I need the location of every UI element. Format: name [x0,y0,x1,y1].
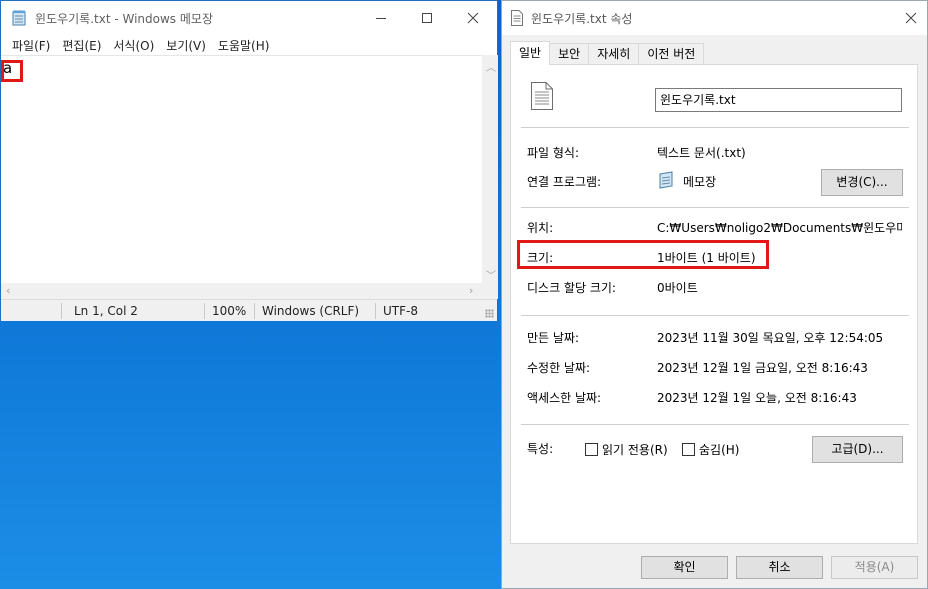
hidden-label[interactable]: 숨김(H) [699,441,739,458]
readonly-checkbox[interactable] [585,443,598,456]
maximize-icon [422,13,432,23]
horizontal-scrollbar[interactable]: ‹ › [1,283,482,299]
hidden-checkbox[interactable] [682,443,695,456]
scroll-down-icon[interactable]: ﹀ [486,267,496,282]
readonly-label[interactable]: 읽기 전용(R) [602,441,668,458]
status-separator [375,303,376,319]
minimize-button[interactable] [358,1,404,35]
tab-security[interactable]: 보안 [549,43,590,65]
close-icon[interactable] [903,10,919,26]
divider [521,424,909,425]
notepad-titlebar[interactable]: 윈도우기록.txt - Windows 메모장 [1,1,497,35]
notepad-menubar: 파일(F) 편집(E) 서식(O) 보기(V) 도움말(H) [1,35,497,55]
change-button[interactable]: 변경(C)... [821,169,903,196]
tab-details[interactable]: 자세히 [588,43,640,65]
opens-with-value: 메모장 [683,175,717,189]
accessed-value: 2023년 12월 1일 오늘, 오전 8:16:43 [657,391,857,405]
notepad-title: 윈도우기록.txt - Windows 메모장 [35,12,213,26]
status-line-ending: Windows (CRLF) [262,304,360,318]
ok-button[interactable]: 확인 [641,556,728,579]
notepad-icon [659,171,673,189]
general-tab-panel: 윈도우기록.txt 파일 형식: 텍스트 문서(.txt) 연결 프로그램: 메… [510,64,918,544]
tab-general[interactable]: 일반 [510,41,551,65]
text-file-icon [511,10,523,26]
attributes-label: 특성: [527,442,554,456]
status-separator [61,303,62,319]
notepad-text-area[interactable]: a [1,55,482,283]
close-icon [467,12,479,24]
opens-with-label: 연결 프로그램: [527,175,602,189]
content-highlight-box [1,60,23,82]
size-on-disk-label: 디스크 할당 크기: [527,281,616,295]
location-value: C:₩Users₩noligo2₩Documents₩윈도우마스터 [657,221,902,235]
created-value: 2023년 11월 30일 목요일, 오후 12:54:05 [657,331,884,345]
dialog-title: 윈도우기록.txt 속성 [531,12,633,26]
maximize-button[interactable] [404,1,450,35]
scroll-right-icon[interactable]: › [469,284,473,297]
scroll-left-icon[interactable]: ‹ [6,284,10,297]
status-separator [254,303,255,319]
advanced-button[interactable]: 고급(D)... [812,436,903,463]
created-label: 만든 날짜: [527,331,580,345]
menu-help[interactable]: 도움말(H) [212,35,276,55]
divider [521,315,909,316]
size-highlight-box [517,240,769,269]
menu-format[interactable]: 서식(O) [107,35,160,55]
vertical-scrollbar[interactable]: ︿ ﹀ [482,55,498,283]
cancel-button[interactable]: 취소 [736,556,823,579]
status-separator [204,303,205,319]
divider [521,207,909,208]
file-name-input[interactable]: 윈도우기록.txt [655,88,902,112]
minimize-icon [376,18,386,19]
notepad-icon [12,10,26,26]
menu-edit[interactable]: 편집(E) [56,35,107,55]
status-cursor-position: Ln 1, Col 2 [74,304,138,318]
properties-dialog: 윈도우기록.txt 속성 일반 보안 자세히 이전 버전 윈도우기록.txt 파… [501,0,928,589]
notepad-statusbar: Ln 1, Col 2 100% Windows (CRLF) UTF-8 [1,299,497,321]
size-on-disk-value: 0바이트 [657,281,698,295]
scroll-up-icon[interactable]: ︿ [486,59,496,74]
modified-value: 2023년 12월 1일 금요일, 오전 8:16:43 [657,361,868,375]
dialog-titlebar[interactable]: 윈도우기록.txt 속성 [502,1,927,35]
file-type-label: 파일 형식: [527,146,580,160]
status-zoom: 100% [212,304,247,318]
scrollbar-corner [482,283,498,299]
notepad-window: 윈도우기록.txt - Windows 메모장 파일(F) 편집(E) 서식(O… [0,0,498,321]
modified-label: 수정한 날짜: [527,361,591,375]
divider [521,127,909,128]
file-type-value: 텍스트 문서(.txt) [657,146,746,160]
location-label: 위치: [527,221,554,235]
close-button[interactable] [450,1,496,35]
resize-grip-icon[interactable] [485,309,494,318]
status-encoding: UTF-8 [383,304,418,318]
menu-file[interactable]: 파일(F) [6,35,56,55]
menu-view[interactable]: 보기(V) [160,35,212,55]
tab-previous-versions[interactable]: 이전 버전 [638,43,705,65]
tab-bar: 일반 보안 자세히 이전 버전 [510,41,705,65]
apply-button[interactable]: 적용(A) [831,556,918,579]
document-icon [531,82,553,110]
accessed-label: 액세스한 날짜: [527,391,602,405]
